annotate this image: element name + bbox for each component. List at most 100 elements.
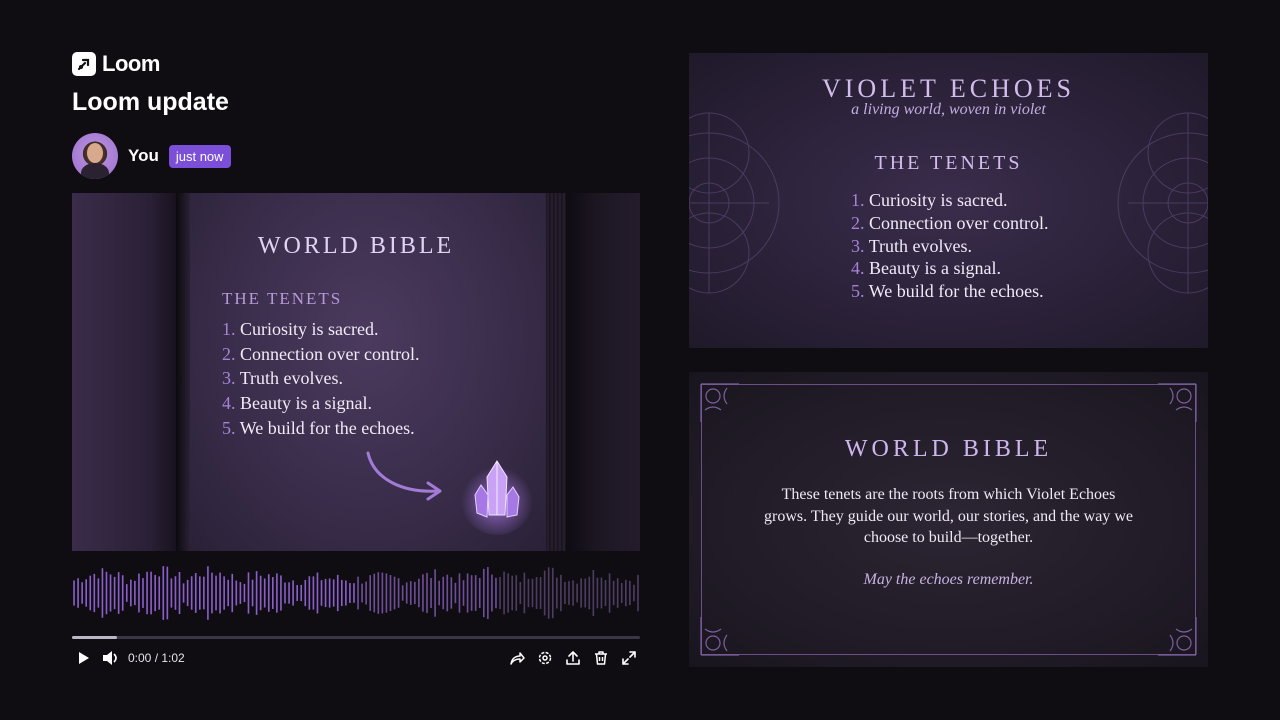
waveform-bar — [543, 570, 546, 616]
waveform-bar — [243, 583, 246, 603]
waveform-bar — [438, 580, 440, 606]
waveform-bar — [535, 577, 538, 609]
waveform-bar — [158, 576, 161, 610]
waveform-bar — [190, 576, 193, 610]
slide-card-world-bible[interactable]: WORLD BIBLE These tenets are the roots f… — [689, 372, 1208, 667]
waveform-bar — [312, 576, 315, 610]
trash-icon — [595, 651, 607, 665]
waveform-bar — [73, 580, 75, 606]
waveform-bar — [434, 569, 436, 617]
waveform-bar — [604, 580, 607, 606]
waveform-bar — [580, 578, 582, 608]
progress-fill — [72, 636, 118, 639]
book-left-cover — [72, 193, 184, 551]
waveform-bar — [227, 579, 230, 607]
volume-button[interactable] — [100, 648, 122, 668]
waveform-bar — [320, 580, 323, 606]
waveform-bar — [373, 573, 376, 613]
waveform-bar — [357, 576, 359, 610]
waveform-bar — [178, 571, 181, 615]
waveform-bar — [125, 584, 128, 602]
slide-title: WORLD BIBLE — [844, 436, 1053, 462]
video-player[interactable]: WORLD BIBLE THE TENETS 1. Curiosity is s… — [72, 193, 640, 551]
slide-body: These tenets are the roots from which Vi… — [764, 486, 1133, 546]
list-item: 5. We build for the echoes. — [222, 417, 415, 438]
waveform-bar — [519, 582, 522, 604]
slide-subtitle: a living world, woven in violet — [851, 101, 1046, 118]
corner-flourish-icon — [700, 383, 739, 422]
progress-bar[interactable] — [72, 636, 640, 639]
waveform-bar — [142, 578, 144, 608]
crystal-icon — [461, 460, 533, 535]
waveform-bar — [223, 576, 225, 610]
waveform-bar — [365, 581, 367, 605]
waveform-bar — [150, 571, 152, 615]
share-button[interactable] — [506, 648, 528, 668]
waveform-bar — [276, 573, 278, 613]
list-item: 4. Beauty is a signal. — [851, 258, 1001, 279]
waveform-bar — [81, 582, 83, 604]
waveform-bar — [324, 578, 327, 608]
waveform-bar — [101, 568, 104, 618]
waveform-bar — [304, 579, 307, 607]
waveform-bar — [426, 572, 428, 614]
waveform-bar — [336, 574, 339, 612]
waveform-bar — [531, 578, 534, 608]
slide-card-violet-echoes[interactable]: VIOLET ECHOES a living world, woven in v… — [689, 53, 1208, 348]
list-item: 1. Curiosity is sacred. — [851, 190, 1008, 210]
list-item: 1. Curiosity is sacred. — [222, 319, 379, 339]
waveform-bar — [186, 579, 189, 607]
waveform-bar — [487, 567, 489, 619]
slide-title: VIOLET ECHOES — [821, 74, 1075, 103]
play-button[interactable] — [72, 648, 94, 668]
avatar[interactable] — [72, 133, 118, 179]
delete-button[interactable] — [590, 648, 612, 668]
waveform-bar — [612, 580, 615, 606]
waveform-bar — [527, 578, 530, 608]
list-item: 2. Connection over control. — [851, 212, 1049, 233]
waveform-bar — [162, 566, 165, 620]
brand-logo[interactable]: Loom — [72, 51, 160, 77]
waveform-bar — [462, 580, 465, 606]
video-tenets-list: 1. Curiosity is sacred. 2. Connection ov… — [222, 317, 419, 441]
book-spine — [176, 193, 190, 551]
waveform-bar — [117, 572, 120, 614]
waveform-bar — [207, 566, 209, 620]
waveform-bar — [89, 575, 92, 611]
waveform-bar — [608, 573, 611, 613]
slide-heading: THE TENETS — [874, 152, 1023, 174]
waveform-bar — [389, 575, 392, 611]
corner-flourish-icon — [1158, 617, 1197, 656]
waveform-bar — [466, 573, 469, 613]
waveform-bar — [624, 579, 627, 607]
waveform-bar — [77, 578, 79, 608]
waveform-bar — [296, 585, 298, 601]
waveform-bar — [482, 568, 485, 618]
volume-icon — [103, 651, 117, 665]
waveform-bar — [113, 576, 116, 610]
waveform-bar — [491, 574, 493, 612]
timestamp-badge: just now — [168, 144, 231, 168]
waveform-bar — [377, 572, 380, 614]
video-subheading: THE TENETS — [222, 289, 343, 308]
list-item: 5. We build for the echoes. — [851, 281, 1044, 302]
upload-button[interactable] — [562, 648, 584, 668]
page-title: Loom update — [72, 88, 229, 116]
waveform-bar — [109, 574, 112, 612]
waveform-bar — [397, 578, 400, 608]
waveform-bar — [547, 567, 550, 619]
audio-waveform[interactable] — [72, 563, 640, 623]
waveform-bar — [503, 571, 505, 615]
waveform-bar — [97, 578, 100, 608]
time-display: 0:00 / 1:02 — [128, 651, 185, 665]
ornament-right-icon — [1117, 112, 1208, 294]
waveform-bar — [182, 583, 185, 603]
settings-button[interactable] — [534, 648, 556, 668]
fullscreen-button[interactable] — [618, 648, 640, 668]
waveform-bar — [539, 577, 542, 609]
waveform-bar — [422, 574, 424, 612]
fullscreen-icon — [622, 651, 636, 665]
waveform-bar — [633, 584, 635, 602]
waveform-bar — [235, 580, 238, 606]
waveform-bar — [414, 581, 416, 605]
